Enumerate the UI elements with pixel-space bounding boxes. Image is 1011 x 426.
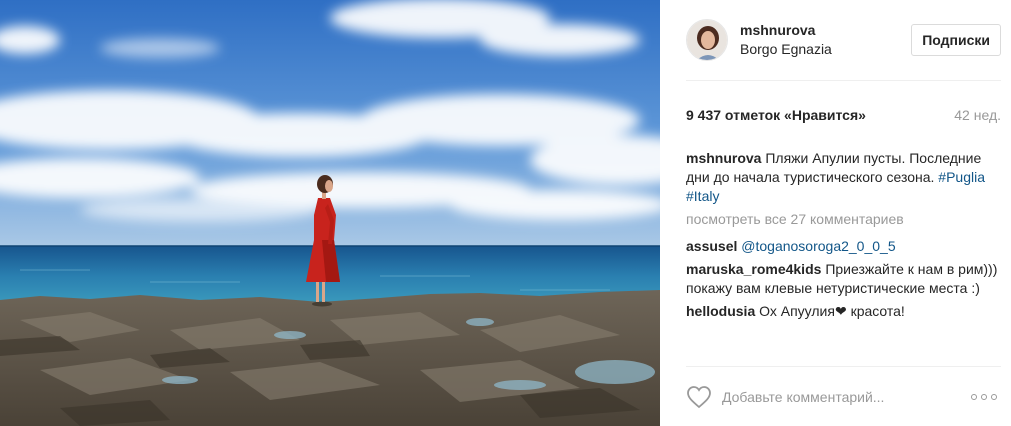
author-info: mshnurova Borgo Egnazia: [740, 21, 911, 59]
post-stats: 9 437 отметок «Нравится» 42 нед.: [686, 105, 1001, 125]
author-username[interactable]: mshnurova: [740, 21, 911, 40]
comment-username[interactable]: hellodusia: [686, 303, 755, 319]
dot: [971, 393, 977, 400]
likes-count[interactable]: 9 437 отметок «Нравится»: [686, 107, 866, 123]
post-location[interactable]: Borgo Egnazia: [740, 40, 911, 59]
post-sidebar: mshnurova Borgo Egnazia Подписки 9 437 о…: [660, 0, 1011, 426]
comments-list: mshnurova Пляжи Апулии пусты. Последние …: [686, 149, 1001, 321]
comment-item: assusel @toganosoroga2_0_0_5: [686, 237, 1001, 256]
heart-emoji-icon: ❤: [834, 303, 847, 319]
add-comment-bar: [686, 366, 1001, 426]
avatar-image: [687, 20, 727, 60]
following-button[interactable]: Подписки: [911, 24, 1001, 56]
comment-text: Ох Апуулия: [759, 303, 835, 319]
post-photo[interactable]: [0, 0, 660, 426]
comment-mention[interactable]: @toganosoroga2_0_0_5: [741, 238, 895, 254]
hashtag-italy[interactable]: #Italy: [686, 188, 719, 204]
avatar[interactable]: [686, 19, 728, 61]
dot: [981, 393, 987, 400]
view-all-comments-link[interactable]: посмотреть все 27 комментариев: [686, 210, 1001, 229]
comment-text-continued: красота!: [850, 303, 905, 319]
caption-username[interactable]: mshnurova: [686, 150, 761, 166]
comment-item: hellodusia Ох Апуулия❤ красота!: [686, 302, 1001, 321]
heart-outline-icon[interactable]: [686, 385, 712, 409]
comment-input[interactable]: [722, 388, 967, 405]
comment-username[interactable]: assusel: [686, 238, 737, 254]
comment-item: maruska_rome4kids Приезжайте к нам в рим…: [686, 260, 1001, 298]
hashtag-puglia[interactable]: #Puglia: [938, 169, 985, 185]
post-age[interactable]: 42 нед.: [954, 107, 1001, 123]
instagram-post: mshnurova Borgo Egnazia Подписки 9 437 о…: [0, 0, 1011, 426]
more-options-icon[interactable]: [967, 390, 1001, 404]
post-header: mshnurova Borgo Egnazia Подписки: [686, 0, 1001, 81]
caption: mshnurova Пляжи Апулии пусты. Последние …: [686, 149, 1001, 206]
dot: [991, 393, 997, 400]
comment-username[interactable]: maruska_rome4kids: [686, 261, 821, 277]
beach-photo-illustration: [0, 0, 660, 426]
